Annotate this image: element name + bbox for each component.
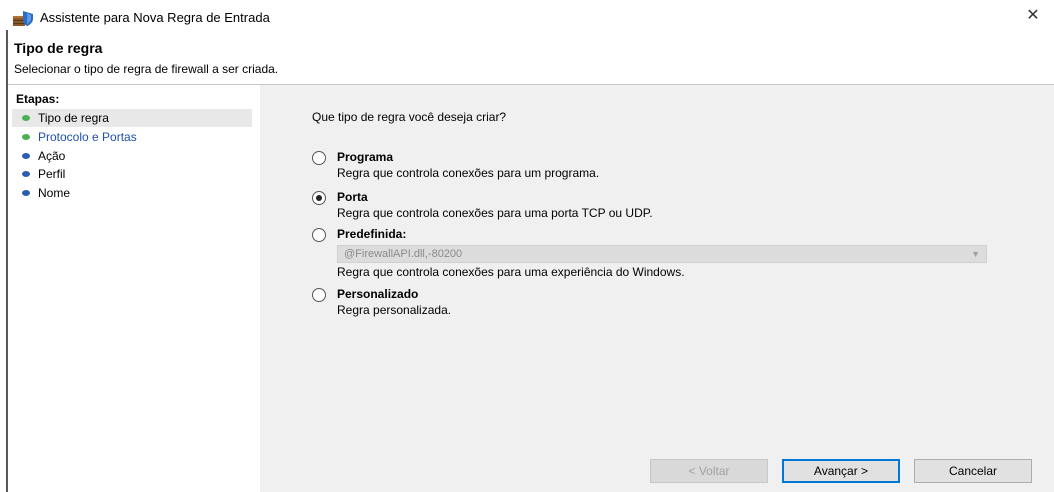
- title-bar: Assistente para Nova Regra de Entrada ✕: [0, 0, 1054, 30]
- step-acao[interactable]: Ação: [12, 147, 252, 165]
- option-label[interactable]: Programa: [337, 150, 393, 164]
- option-label[interactable]: Porta: [337, 190, 368, 204]
- option-label[interactable]: Personalizado: [337, 287, 418, 301]
- step-bullet-icon: [22, 115, 30, 121]
- option-description: Regra que controla conexões para um prog…: [337, 166, 600, 180]
- content-panel: Que tipo de regra você deseja criar? Pro…: [260, 85, 1054, 492]
- page-subtitle: Selecionar o tipo de regra de firewall a…: [14, 62, 279, 76]
- step-label: Tipo de regra: [38, 111, 109, 125]
- option-label[interactable]: Predefinida:: [337, 227, 406, 241]
- radio-predefinida[interactable]: [312, 228, 326, 242]
- next-button[interactable]: Avançar >: [782, 459, 900, 483]
- radio-personalizado[interactable]: [312, 288, 326, 302]
- step-label: Ação: [38, 149, 66, 163]
- predefined-rule-select[interactable]: @FirewallAPI.dll,-80200 ▼: [337, 245, 987, 263]
- step-protocolo-e-portas[interactable]: Protocolo e Portas: [12, 128, 252, 146]
- radio-porta[interactable]: [312, 191, 326, 205]
- step-bullet-icon: [22, 171, 30, 177]
- step-perfil[interactable]: Perfil: [12, 165, 252, 183]
- step-nome[interactable]: Nome: [12, 184, 252, 202]
- window-title: Assistente para Nova Regra de Entrada: [40, 10, 270, 25]
- close-icon: ✕: [1026, 7, 1040, 24]
- chevron-down-icon: ▼: [971, 249, 980, 259]
- step-label: Protocolo e Portas: [38, 130, 137, 144]
- firewall-shield-icon: [13, 11, 33, 26]
- page-title: Tipo de regra: [14, 40, 103, 56]
- option-description: Regra que controla conexões para uma por…: [337, 206, 653, 220]
- back-button[interactable]: < Voltar: [650, 459, 768, 483]
- steps-heading: Etapas:: [16, 92, 60, 106]
- steps-panel: Etapas: Tipo de regra Protocolo e Portas…: [8, 85, 260, 492]
- select-value: @FirewallAPI.dll,-80200: [344, 248, 463, 260]
- step-bullet-icon: [22, 190, 30, 196]
- cancel-button[interactable]: Cancelar: [914, 459, 1032, 483]
- option-description: Regra personalizada.: [337, 303, 452, 317]
- close-button[interactable]: ✕: [1020, 4, 1046, 28]
- step-tipo-de-regra[interactable]: Tipo de regra: [12, 109, 252, 127]
- step-label: Perfil: [38, 167, 66, 181]
- step-bullet-icon: [22, 153, 30, 159]
- option-description: Regra que controla conexões para uma exp…: [337, 265, 685, 279]
- step-bullet-icon: [22, 134, 30, 140]
- rule-type-question: Que tipo de regra você deseja criar?: [312, 110, 507, 124]
- radio-programa[interactable]: [312, 151, 326, 165]
- page-header: Tipo de regra: [14, 40, 102, 56]
- step-label: Nome: [38, 186, 71, 200]
- wizard-window: Assistente para Nova Regra de Entrada ✕ …: [0, 0, 1054, 492]
